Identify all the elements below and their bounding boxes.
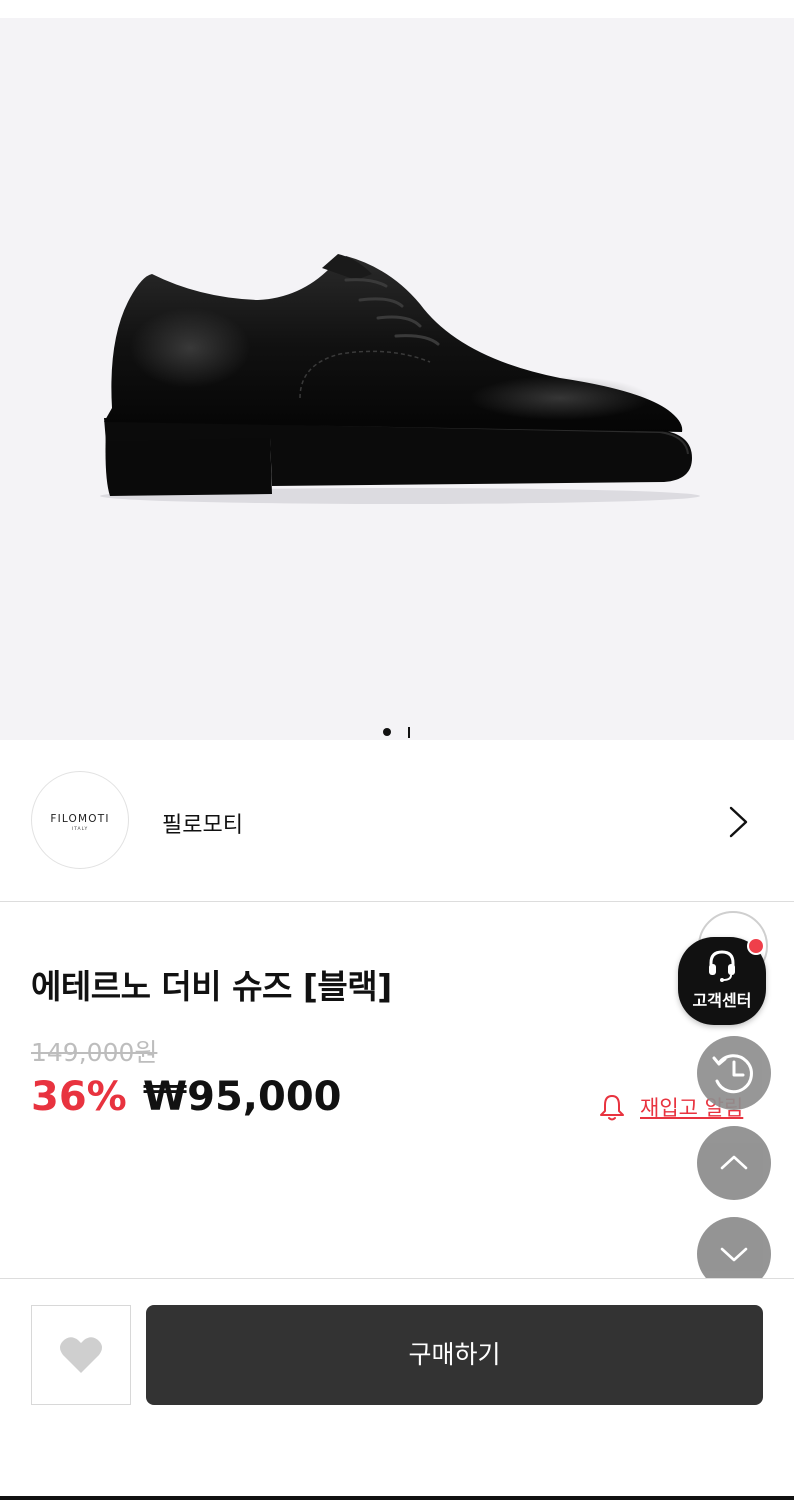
discount-rate: 36%: [31, 1074, 127, 1120]
scroll-up-button[interactable]: [697, 1126, 771, 1200]
bell-icon: [600, 1095, 624, 1121]
pagination-dot[interactable]: [408, 727, 410, 738]
sale-price: ₩95,000: [143, 1074, 342, 1120]
chevron-up-icon: [720, 1155, 748, 1170]
original-price: 149,000원: [31, 1038, 158, 1067]
brand-logo-text: FILOMOTI: [50, 813, 110, 825]
gallery-pagination[interactable]: [0, 725, 794, 739]
customer-center-label: 고객센터: [692, 991, 752, 1010]
purchase-bar: 구매하기: [0, 1278, 794, 1500]
headset-icon: [709, 950, 735, 982]
pagination-dot-active[interactable]: [383, 728, 391, 736]
bottom-edge-bar: [0, 1496, 794, 1500]
brand-logo[interactable]: FILOMOTI ITALY: [31, 771, 129, 869]
like-button[interactable]: [31, 1305, 131, 1405]
recent-viewed-button[interactable]: [697, 1036, 771, 1110]
brand-row[interactable]: FILOMOTI ITALY 필로모티: [0, 740, 794, 902]
chevron-right-icon[interactable]: [722, 802, 754, 842]
brand-logo-subtext: ITALY: [71, 827, 89, 832]
history-icon: [712, 1054, 753, 1094]
product-page: FILOMOTI ITALY 필로모티 에테르노 더비 슈즈 [블랙] 149,…: [0, 0, 794, 1500]
heart-icon: [60, 1337, 102, 1373]
product-image-gallery[interactable]: [0, 18, 794, 740]
product-title: 에테르노 더비 슈즈 [블랙]: [31, 967, 392, 1006]
buy-button[interactable]: 구매하기: [146, 1305, 763, 1405]
notification-dot: [747, 937, 765, 955]
brand-name[interactable]: 필로모티: [162, 807, 243, 839]
product-image-shoe: [100, 254, 700, 504]
